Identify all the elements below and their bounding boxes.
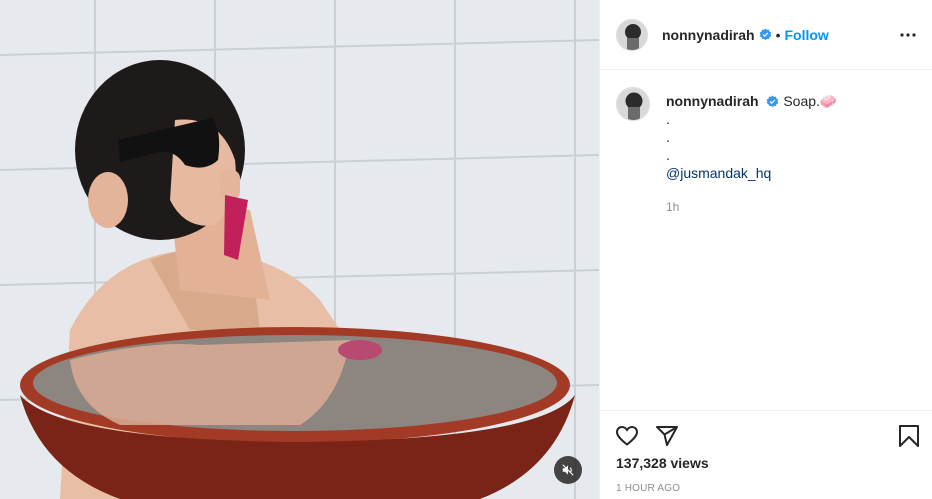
post-date[interactable]: 1 HOUR AGO <box>600 471 932 494</box>
action-bar: 137,328 views 1 HOUR AGO <box>600 410 932 499</box>
caption-line: . <box>666 147 670 163</box>
caption: nonnynadirah Soap.🧼 . . . @jusmandak_hq … <box>616 87 916 216</box>
caption-username[interactable]: nonnynadirah <box>666 93 759 109</box>
avatar[interactable] <box>616 18 648 51</box>
share-button[interactable] <box>654 423 680 449</box>
video-frame <box>0 0 599 499</box>
caption-line: . <box>666 111 670 127</box>
header-username[interactable]: nonnynadirah <box>662 27 755 43</box>
verified-badge-icon <box>759 28 771 41</box>
paper-plane-icon <box>656 426 678 446</box>
heart-icon <box>615 425 639 446</box>
follow-button[interactable]: Follow <box>784 27 828 43</box>
post-media[interactable] <box>0 0 599 499</box>
speaker-muted-icon <box>562 464 574 476</box>
bookmark-icon <box>899 425 919 447</box>
caption-area: nonnynadirah Soap.🧼 . . . @jusmandak_hq … <box>600 71 932 410</box>
save-button[interactable] <box>896 423 922 449</box>
like-button[interactable] <box>614 423 640 449</box>
caption-body: nonnynadirah Soap.🧼 . . . @jusmandak_hq … <box>666 87 837 216</box>
comment-timestamp[interactable]: 1h <box>666 198 837 216</box>
caption-line: . <box>666 129 670 145</box>
post-header: nonnynadirah • Follow <box>600 0 932 70</box>
profile-photo <box>617 88 649 120</box>
action-icons <box>600 411 932 449</box>
separator-dot: • <box>775 26 781 43</box>
post-sidebar: nonnynadirah • Follow nonnynadirah Soap.… <box>599 0 932 499</box>
profile-photo <box>617 19 647 50</box>
more-options-button[interactable] <box>900 32 916 37</box>
caption-avatar[interactable] <box>616 87 650 121</box>
caption-text: Soap.🧼 <box>783 93 838 109</box>
verified-badge-icon <box>767 95 779 108</box>
more-options-icon <box>900 32 916 37</box>
view-count[interactable]: 137,328 views <box>600 449 932 471</box>
mention-link[interactable]: @jusmandak_hq <box>666 164 837 182</box>
instagram-post: nonnynadirah • Follow nonnynadirah Soap.… <box>0 0 932 499</box>
mute-button[interactable] <box>554 456 582 484</box>
